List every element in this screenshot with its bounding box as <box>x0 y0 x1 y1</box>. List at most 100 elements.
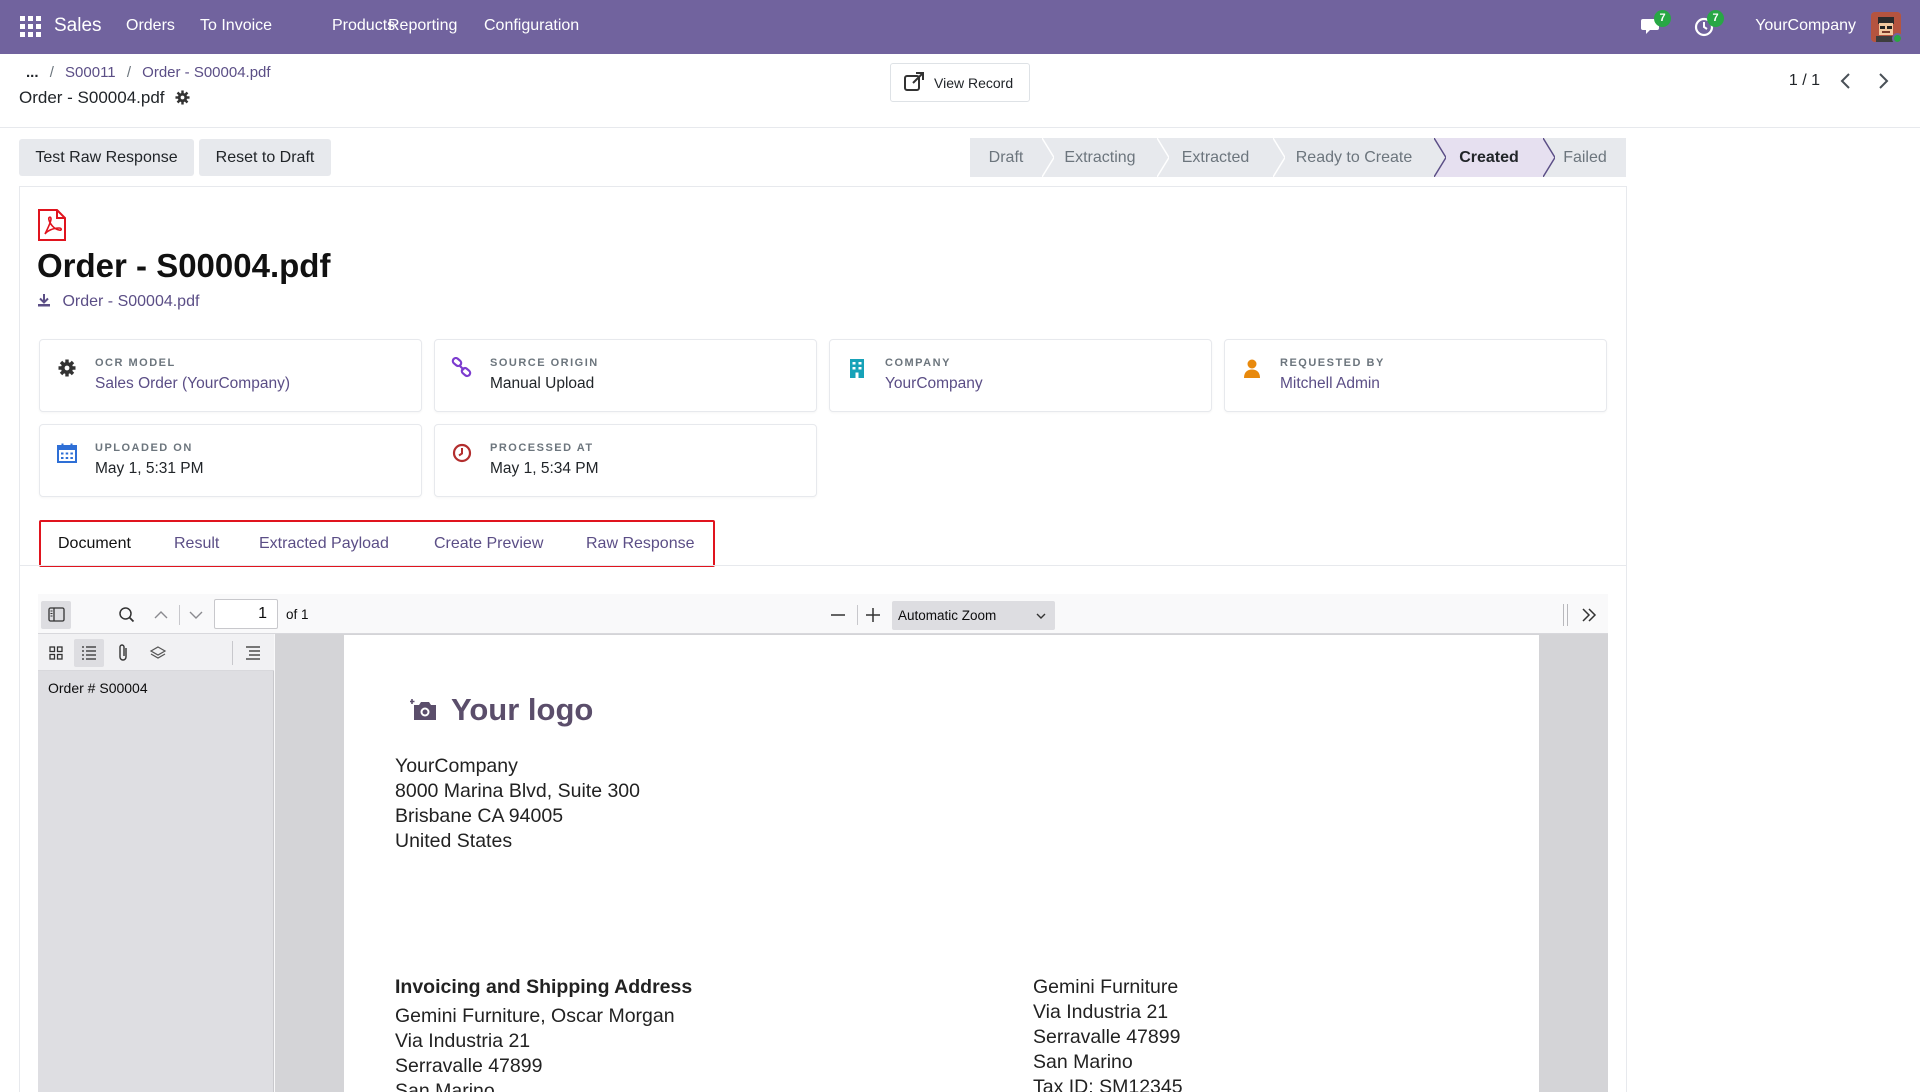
top-navbar: Sales Orders To Invoice Products Reporti… <box>0 0 1920 54</box>
camera-icon <box>410 699 436 720</box>
sidebar-toggle-button[interactable] <box>41 601 71 629</box>
paperclip-icon <box>119 644 127 661</box>
breadcrumb-item-document[interactable]: Order - S00004.pdf <box>142 64 270 81</box>
double-chevron-right-icon <box>1582 608 1597 622</box>
ocr-model-link[interactable]: Sales Order (YourCompany) <box>95 375 290 393</box>
outline-button[interactable] <box>74 639 104 667</box>
search-icon <box>119 607 135 623</box>
current-outline-item-button[interactable] <box>238 639 268 667</box>
card-uploaded-on: UPLOADED ON May 1, 5:31 PM <box>39 424 422 497</box>
stage-draft[interactable]: Draft <box>970 138 1042 177</box>
pdf-file-icon <box>38 209 66 241</box>
minus-icon <box>831 614 845 616</box>
stage-extracted[interactable]: Extracted <box>1158 138 1273 177</box>
gear-icon <box>58 359 76 377</box>
link-icon <box>451 357 472 378</box>
card-label: OCR MODEL <box>95 357 176 369</box>
tools-menu-button[interactable] <box>1574 601 1604 629</box>
processed-at-value: May 1, 5:34 PM <box>490 460 599 477</box>
external-link-icon <box>904 72 924 91</box>
activities-button[interactable]: 7 <box>1693 10 1724 40</box>
pdf-customer-line: San Marino <box>1033 1051 1133 1073</box>
tabs-underline <box>19 565 1627 566</box>
breadcrumb-separator: / <box>49 64 54 81</box>
chevron-left-icon <box>1840 73 1850 89</box>
requested-by-link[interactable]: Mitchell Admin <box>1280 375 1380 393</box>
breadcrumb-separator: / <box>126 64 131 81</box>
menu-configuration[interactable]: Configuration <box>484 17 579 35</box>
layers-button[interactable] <box>143 639 173 667</box>
pdf-shipping-address: Invoicing and Shipping Address Gemini Fu… <box>395 975 692 1092</box>
company-switcher[interactable]: YourCompany <box>1755 17 1856 35</box>
card-label: REQUESTED BY <box>1280 357 1385 369</box>
breadcrumb-ellipsis[interactable]: ... <box>26 64 39 81</box>
control-panel-divider <box>0 127 1920 128</box>
card-label: COMPANY <box>885 357 951 369</box>
tab-result[interactable]: Result <box>174 535 219 553</box>
stage-separator <box>1157 138 1169 177</box>
view-record-label: View Record <box>934 75 1014 91</box>
toolbar-separator <box>232 641 233 665</box>
test-raw-response-button[interactable]: Test Raw Response <box>19 139 194 176</box>
breadcrumb-item-sale-order[interactable]: S00011 <box>65 64 116 81</box>
zoom-out-button[interactable] <box>823 601 853 629</box>
card-label: SOURCE ORIGIN <box>490 357 599 369</box>
find-button[interactable] <box>112 601 142 629</box>
menu-reporting[interactable]: Reporting <box>388 17 457 35</box>
app-name[interactable]: Sales <box>54 15 102 37</box>
stage-separator <box>1273 138 1285 177</box>
outline-item[interactable]: Order # S00004 <box>48 680 148 696</box>
pdf-company-line: 8000 Marina Blvd, Suite 300 <box>395 780 640 802</box>
layers-icon <box>149 646 167 659</box>
tab-extracted-payload[interactable]: Extracted Payload <box>259 535 389 553</box>
menu-to-invoice[interactable]: To Invoice <box>200 17 272 35</box>
gear-icon[interactable] <box>175 90 190 105</box>
tab-create-preview[interactable]: Create Preview <box>434 535 543 553</box>
zoom-in-button[interactable] <box>858 601 888 629</box>
status-bar: Draft Extracting Extracted Ready to Crea… <box>970 138 1626 177</box>
stage-failed[interactable]: Failed <box>1544 138 1626 177</box>
menu-orders[interactable]: Orders <box>126 17 175 35</box>
user-avatar[interactable] <box>1871 12 1901 42</box>
stage-created[interactable]: Created <box>1435 138 1543 177</box>
chevron-right-icon <box>1879 73 1889 89</box>
download-icon <box>38 294 50 307</box>
source-origin-value: Manual Upload <box>490 375 595 392</box>
record-title-row: Order - S00004.pdf <box>19 88 190 108</box>
breadcrumb: ... / S00011 / Order - S00004.pdf <box>26 64 271 81</box>
company-link[interactable]: YourCompany <box>885 375 983 393</box>
next-page-button[interactable] <box>181 601 211 629</box>
pager-next-button[interactable] <box>1873 70 1893 92</box>
page-number-input[interactable]: 1 <box>214 599 278 629</box>
stage-extracting[interactable]: Extracting <box>1043 138 1157 177</box>
attachment-name: Order - S00004.pdf <box>62 293 200 310</box>
grid-icon <box>49 646 63 660</box>
pdf-customer-line: Serravalle 47899 <box>1033 1026 1181 1048</box>
thumbnails-button[interactable] <box>41 639 71 667</box>
menu-products[interactable]: Products <box>332 17 395 35</box>
view-record-button[interactable]: View Record <box>890 63 1030 102</box>
pager-previous-button[interactable] <box>1836 70 1856 92</box>
sidebar-icon <box>48 607 65 622</box>
messages-badge: 7 <box>1654 10 1671 27</box>
attachment-link[interactable]: Order - S00004.pdf <box>37 293 199 311</box>
stage-ready-to-create[interactable]: Ready to Create <box>1274 138 1434 177</box>
tab-raw-response[interactable]: Raw Response <box>586 535 695 553</box>
zoom-select[interactable]: Automatic Zoom <box>892 601 1055 630</box>
calendar-icon <box>57 443 77 463</box>
messages-button[interactable]: 7 <box>1640 10 1671 40</box>
pdf-company-address: YourCompany 8000 Marina Blvd, Suite 300 … <box>395 754 640 854</box>
tab-document[interactable]: Document <box>58 535 131 553</box>
attachments-button[interactable] <box>109 639 139 667</box>
app-menu-icon[interactable] <box>20 16 41 37</box>
previous-page-button[interactable] <box>146 601 176 629</box>
card-company: COMPANY YourCompany <box>829 339 1212 412</box>
clock-icon <box>452 443 472 463</box>
reset-to-draft-button[interactable]: Reset to Draft <box>199 139 331 176</box>
pager-value[interactable]: 1 / 1 <box>1789 72 1820 90</box>
chevron-down-icon <box>189 611 203 619</box>
user-icon <box>1244 359 1260 378</box>
chevron-down-icon <box>1036 613 1046 619</box>
document-title: Order - S00004.pdf <box>37 247 331 284</box>
pdf-company-line: United States <box>395 830 513 852</box>
